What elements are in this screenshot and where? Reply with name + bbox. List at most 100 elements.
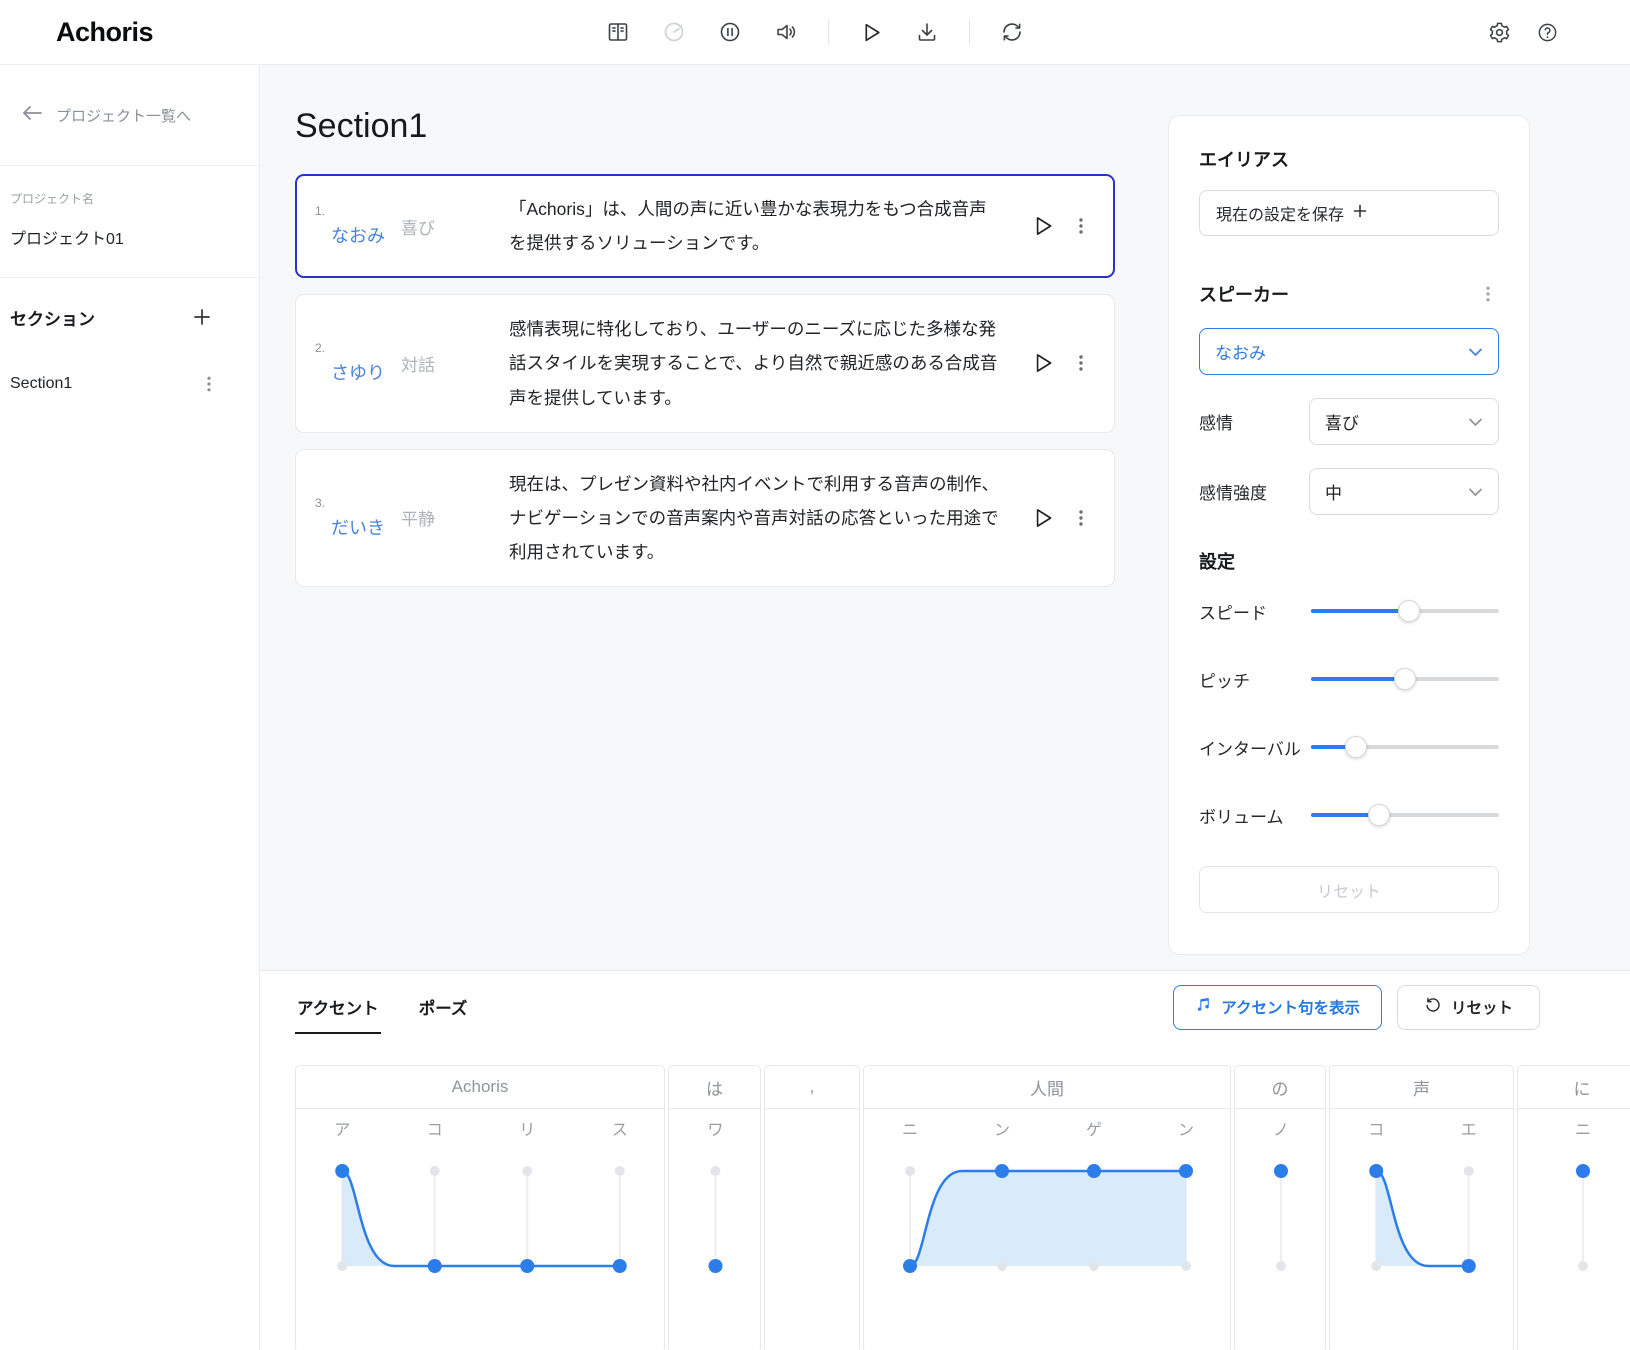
sections-block: セクション Section1 <box>0 278 259 402</box>
chevron-down-icon <box>1468 482 1483 502</box>
segment-chart[interactable]: ノ <box>1235 1109 1325 1350</box>
row-menu-button[interactable] <box>1067 345 1095 381</box>
pitch-dot <box>903 1259 917 1273</box>
pitch-chart[interactable]: ワ <box>669 1109 760 1347</box>
refresh-icon[interactable] <box>995 15 1029 49</box>
row-text[interactable]: 現在は、プレゼン資料や社内イベントで利用する音声の制作、ナビゲーションでの音声案… <box>509 467 999 569</box>
sections-header: セクション <box>10 309 95 329</box>
setting-slider-row: インターバル <box>1199 736 1499 759</box>
svg-text:リ: リ <box>519 1122 535 1139</box>
pitch-chart[interactable]: コエ <box>1330 1109 1513 1347</box>
pitch-dot <box>520 1259 535 1273</box>
svg-text:コ: コ <box>1368 1122 1384 1139</box>
slider[interactable] <box>1311 804 1499 826</box>
sidebar-item-section1[interactable]: Section1 <box>10 366 259 402</box>
segment-chart[interactable]: ニ <box>1518 1109 1630 1350</box>
slider-thumb[interactable] <box>1345 736 1368 758</box>
speaker-menu-button[interactable] <box>1477 276 1499 312</box>
slider-track <box>1311 813 1499 817</box>
row-emotion[interactable]: 対話 <box>401 351 463 376</box>
row-emotion[interactable]: 喜び <box>401 214 463 239</box>
segment-chart[interactable]: ニンゲン <box>864 1109 1230 1350</box>
slider-thumb[interactable] <box>1367 804 1390 826</box>
workspace: Section1 1. なおみ 喜び 「Achoris」は、人間の声に近い豊かな表現力… <box>260 65 1630 970</box>
panel-reset-button[interactable]: リセット <box>1199 866 1499 913</box>
save-preset-label: 現在の設定を保存 <box>1216 207 1345 224</box>
project-name-label: プロジェクト名 <box>10 192 95 206</box>
accent-segment: , <box>764 1065 860 1350</box>
row-menu-button[interactable] <box>1067 500 1095 536</box>
segment-chart[interactable] <box>765 1109 859 1350</box>
chevron-down-icon <box>1468 342 1483 362</box>
project-name: プロジェクト01 <box>10 231 124 248</box>
slider[interactable] <box>1311 600 1499 622</box>
segment-chart[interactable]: コエ <box>1330 1109 1513 1350</box>
slider-thumb[interactable] <box>1394 668 1416 690</box>
section-menu-button[interactable] <box>199 366 219 402</box>
intensity-select[interactable]: 中 <box>1309 468 1499 515</box>
row-menu-button[interactable] <box>1067 208 1095 244</box>
row-speaker[interactable]: なおみ <box>331 222 401 248</box>
pitch-chart[interactable]: ノ <box>1235 1109 1325 1347</box>
accent-segment: 人間ニ ン ゲ ン <box>863 1065 1231 1350</box>
setting-slider-row: ボリューム <box>1199 804 1499 827</box>
svg-text:ア: ア <box>334 1122 350 1139</box>
slider[interactable] <box>1311 736 1499 758</box>
row-emotion[interactable]: 平静 <box>401 505 463 530</box>
settings-gear-icon[interactable] <box>1482 15 1516 49</box>
pitch-dot <box>1576 1164 1590 1178</box>
script-view-icon[interactable] <box>601 15 635 49</box>
top-bar: Achoris <box>0 0 1630 65</box>
save-preset-button[interactable]: 現在の設定を保存 <box>1199 190 1499 236</box>
row-play-button[interactable] <box>1023 343 1063 383</box>
row-speaker[interactable]: さゆり <box>331 359 401 385</box>
back-to-projects-link[interactable]: プロジェクト一覧へ <box>0 65 259 166</box>
help-icon[interactable] <box>1530 15 1564 49</box>
slider-thumb[interactable] <box>1397 600 1420 622</box>
add-section-button[interactable] <box>189 304 215 330</box>
tempo-gauge-icon[interactable] <box>657 15 691 49</box>
pitch-chart[interactable]: ニンゲン <box>864 1109 1230 1347</box>
svg-text:ニ: ニ <box>1575 1122 1591 1139</box>
slider[interactable] <box>1311 668 1499 690</box>
svg-text:ワ: ワ <box>707 1122 723 1139</box>
pitch-chart[interactable]: ニ <box>1518 1109 1630 1347</box>
emotion-select[interactable]: 喜び <box>1309 398 1499 445</box>
intensity-select-value: 中 <box>1325 484 1342 503</box>
accent-segment-row: Achoris アコリスはワ, 人間ニンゲンのノ声コエにニ <box>260 1065 1630 1350</box>
row-play-button[interactable] <box>1023 498 1063 538</box>
speaker-select[interactable]: なおみ <box>1199 328 1499 375</box>
pitch-chart[interactable]: アコリス <box>296 1109 664 1347</box>
segment-word: , <box>765 1066 859 1109</box>
utterance-row[interactable]: 3. だいき 平静 現在は、プレゼン資料や社内イベントで利用する音声の制作、ナビゲーシ… <box>295 448 1115 587</box>
svg-text:ゲ: ゲ <box>1086 1121 1102 1139</box>
segment-chart[interactable]: アコリス <box>296 1109 664 1350</box>
emotion-select-value: 喜び <box>1325 414 1359 433</box>
download-icon[interactable] <box>910 15 944 49</box>
play-icon[interactable] <box>854 15 888 49</box>
svg-text:コ: コ <box>427 1122 443 1139</box>
row-speaker[interactable]: だいき <box>331 514 401 540</box>
row-text[interactable]: 「Achoris」は、人間の声に近い豊かな表現力をもつ合成音声を提供するソリュー… <box>509 192 999 260</box>
segment-word: 声 <box>1330 1066 1513 1109</box>
settings-title: 設定 <box>1199 552 1235 572</box>
row-text[interactable]: 感情表現に特化しており、ユーザーのニーズに応じた多様な発話スタイルを実現すること… <box>509 312 999 414</box>
pitch-dot <box>1369 1164 1384 1178</box>
page-title: Section1 <box>295 107 428 145</box>
setting-slider-row: スピード <box>1199 600 1499 623</box>
editor-reset-button[interactable]: リセット <box>1396 984 1540 1030</box>
segment-chart[interactable]: ワ <box>669 1109 760 1350</box>
volume-icon[interactable] <box>769 15 803 49</box>
tab-accent[interactable]: アクセント <box>295 995 381 1034</box>
pitch-chart[interactable] <box>765 1109 859 1347</box>
show-accent-phrase-button[interactable]: アクセント句を表示 <box>1173 984 1382 1030</box>
alias-title: エイリアス <box>1199 150 1289 170</box>
slider-track <box>1311 745 1499 749</box>
utterance-row[interactable]: 1. なおみ 喜び 「Achoris」は、人間の声に近い豊かな表現力をもつ合成音声を提… <box>295 174 1115 279</box>
pause-icon[interactable] <box>713 15 747 49</box>
tab-pause[interactable]: ポーズ <box>417 995 470 1019</box>
utterance-row[interactable]: 2. さゆり 対話 感情表現に特化しており、ユーザーのニーズに応じた多様な発話スタイル… <box>295 294 1115 433</box>
segment-word: の <box>1235 1066 1325 1109</box>
row-play-button[interactable] <box>1023 206 1063 246</box>
section-item-label: Section1 <box>10 375 73 392</box>
